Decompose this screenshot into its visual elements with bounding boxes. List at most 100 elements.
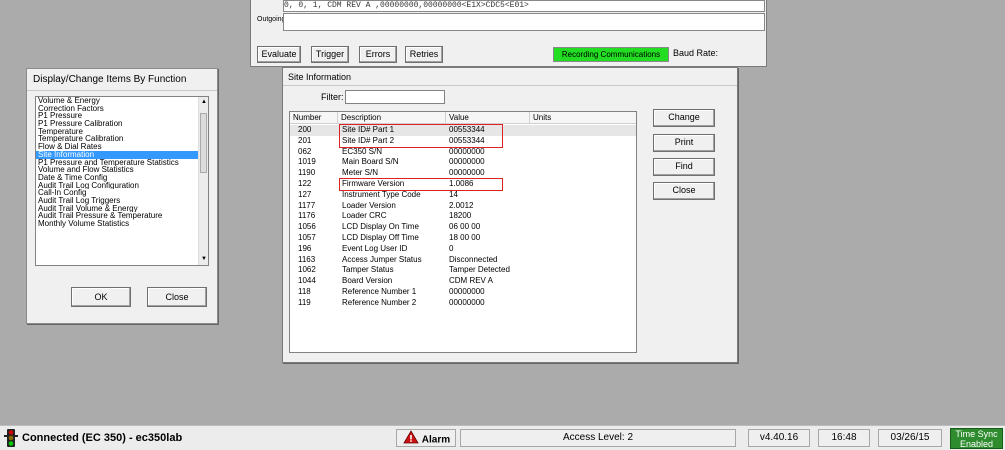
table-row[interactable]: 118 Reference Number 1 00000000 [290,287,636,298]
retries-button[interactable]: Retries [405,46,443,63]
cell-value: Tamper Detected [449,265,510,275]
date-label: 03/26/15 [878,429,942,447]
evaluate-button[interactable]: Evaluate [257,46,301,63]
table-row[interactable]: 127 Instrument Type Code 14 [290,190,636,201]
cell-number: 1190 [298,168,316,178]
outgoing-label: Outgoing [257,16,286,23]
print-button[interactable]: Print [653,134,715,152]
list-item[interactable]: P1 Pressure Calibration [36,120,198,128]
list-item[interactable]: Correction Factors [36,105,198,113]
scroll-up-icon[interactable]: ▲ [200,98,208,106]
cell-description: EC350 S/N [342,146,383,156]
traffic-light-icon [4,429,18,447]
cell-description: Access Jumper Status [342,254,422,264]
cell-description: LCD Display Off Time [342,233,419,242]
column-header-number[interactable]: Number [290,112,338,123]
filter-input[interactable] [345,90,445,104]
table-row[interactable]: 119 Reference Number 2 00000000 [290,298,636,309]
filter-label: Filter: [321,92,344,102]
site-id-highlight-box [339,124,503,148]
list-item[interactable]: Temperature [36,128,198,136]
table-row[interactable]: 062 EC350 S/N 00000000 [290,147,636,158]
table-row[interactable]: 1062 Tamper Status Tamper Detected [290,265,636,276]
time-sync-line2: Enabled [959,439,994,449]
list-item[interactable]: Temperature Calibration [36,135,198,143]
trigger-button[interactable]: Trigger [311,46,349,63]
cell-value: 00000000 [449,157,485,167]
cell-value: Disconnected [449,254,498,264]
close-button[interactable]: Close [147,287,207,307]
list-item[interactable]: Date & Time Config [36,174,198,182]
scroll-down-icon[interactable]: ▼ [200,255,208,263]
column-header-value[interactable]: Value [446,112,530,123]
display-change-items-dialog: Display/Change Items By Function Volume … [26,68,218,324]
connection-status: Connected (EC 350) - ec350lab [22,432,183,444]
list-item[interactable]: Audit Trail Volume & Energy [36,205,198,213]
scrollbar-thumb[interactable] [200,113,207,173]
column-header-units[interactable]: Units [530,112,636,123]
table-row[interactable]: 1057 LCD Display Off Time 18 00 00 [290,233,636,244]
function-listbox[interactable]: Volume & Energy Correction Factors P1 Pres… [35,96,209,266]
function-list: Volume & Energy Correction Factors P1 Pres… [36,97,208,228]
baud-rate-label: Baud Rate: [673,48,719,58]
list-item[interactable]: P1 Pressure and Temperature Statistics [36,159,198,167]
cell-description: Main Board S/N [342,157,399,167]
cell-number: 1057 [298,233,316,242]
time-sync-indicator[interactable]: Time Sync Enabled [950,428,1003,449]
table-row[interactable]: 1163 Access Jumper Status Disconnected [290,255,636,266]
cell-number: 062 [298,146,312,156]
list-item[interactable]: Volume and Flow Statistics [36,166,198,174]
list-item[interactable]: Volume & Energy [36,97,198,105]
table-row[interactable]: 196 Event Log User ID 0 [290,244,636,255]
table-row[interactable]: 1056 LCD Display On Time 06 00 00 [290,222,636,233]
cell-value: 00000000 [449,287,485,296]
version-label: v4.40.16 [748,429,810,447]
cell-number: 1044 [298,276,316,286]
cell-number: 201 [298,135,312,145]
list-item[interactable]: Site Information [36,150,198,159]
cell-description: Event Log User ID [342,243,408,253]
find-button[interactable]: Find [653,158,715,176]
close-button[interactable]: Close [653,182,715,200]
list-item[interactable]: Audit Trail Log Configuration [36,182,198,190]
outgoing-text-field[interactable] [283,13,765,31]
change-button[interactable]: Change [653,109,715,127]
cell-description: LCD Display On Time [342,222,419,232]
firmware-version-highlight-box [339,178,503,191]
communications-panel: 0, 0, 1, CDM REV A ,00000000,00000000<E1… [250,0,767,67]
dialog-title: Display/Change Items By Function [27,69,217,91]
list-item[interactable]: Flow & Dial Rates [36,143,198,151]
list-item[interactable]: Audit Trail Pressure & Temperature [36,212,198,220]
cell-value: 0 [449,243,454,253]
list-item[interactable]: Call-In Config [36,189,198,197]
table-row[interactable]: 1044 Board Version CDM REV A [290,276,636,287]
cell-number: 200 [298,125,312,134]
cell-value: 18200 [449,211,472,221]
listbox-scrollbar[interactable]: ▲ ▼ [198,97,208,265]
errors-button[interactable]: Errors [359,46,397,63]
cell-value: CDM REV A [449,276,494,286]
table-row[interactable]: 1019 Main Board S/N 00000000 [290,157,636,168]
cell-number: 127 [298,189,312,199]
alarm-indicator[interactable]: Alarm [396,429,456,447]
cell-number: 118 [298,287,311,296]
cell-number: 119 [298,297,311,307]
list-item[interactable]: Monthly Volume Statistics [36,220,198,228]
column-header-description[interactable]: Description [338,112,446,123]
table-row[interactable]: 1176 Loader CRC 18200 [290,211,636,222]
table-row[interactable]: 1177 Loader Version 2.0012 [290,201,636,212]
site-information-table[interactable]: Number Description Value Units 200 Site I… [289,111,637,353]
cell-description: Board Version [342,276,393,286]
cell-number: 1177 [298,200,316,210]
cell-number: 1176 [298,211,316,221]
cell-value: 00000000 [449,297,485,307]
ok-button[interactable]: OK [71,287,131,307]
alarm-label: Alarm [421,434,451,446]
cell-value: 06 00 00 [449,222,481,232]
site-information-dialog: Site Information Filter: Number Descript… [282,67,738,363]
cell-value: 00000000 [449,146,485,156]
cell-value: 2.0012 [449,200,474,210]
cell-value: 18 00 00 [449,233,481,242]
list-item[interactable]: Audit Trail Log Triggers [36,197,198,205]
list-item[interactable]: P1 Pressure [36,112,198,120]
